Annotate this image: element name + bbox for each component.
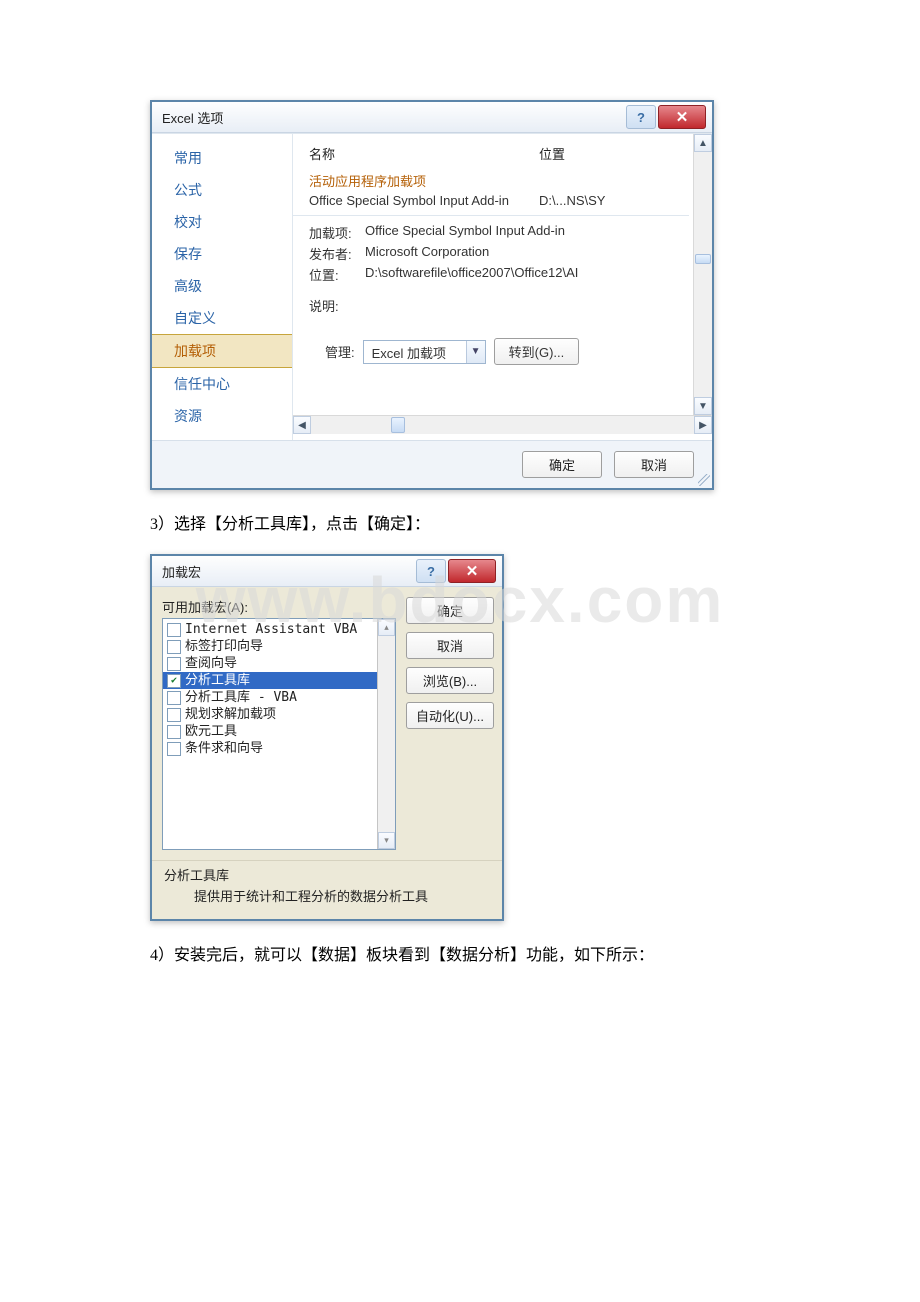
scroll-down-icon[interactable]: ▾ xyxy=(378,832,395,849)
addin-description-panel: 分析工具库 提供用于统计和工程分析的数据分析工具 xyxy=(152,860,502,919)
ok-button[interactable]: 确定 xyxy=(406,597,494,624)
scroll-right-icon[interactable]: ▶ xyxy=(694,416,712,434)
addin-list-item[interactable]: 条件求和向导 xyxy=(163,740,377,757)
sidebar-item-general[interactable]: 常用 xyxy=(152,142,292,174)
addin-checkbox[interactable] xyxy=(167,725,181,739)
scroll-thumb[interactable] xyxy=(695,254,711,264)
scroll-up-icon[interactable]: ▲ xyxy=(694,134,712,152)
detail-desc-value xyxy=(365,296,689,315)
addin-list-item[interactable]: 查阅向导 xyxy=(163,655,377,672)
scroll-left-icon[interactable]: ◀ xyxy=(293,416,311,434)
detail-addon-label: 加载项: xyxy=(309,223,365,242)
addin-row-name: Office Special Symbol Input Add-in xyxy=(309,193,539,208)
close-button[interactable]: ✕ xyxy=(448,559,496,583)
detail-location-label: 位置: xyxy=(309,265,365,284)
sidebar-item-save[interactable]: 保存 xyxy=(152,238,292,270)
addin-checkbox[interactable] xyxy=(167,674,181,688)
scroll-down-icon[interactable]: ▼ xyxy=(694,397,712,415)
close-button[interactable]: ✕ xyxy=(658,105,706,129)
sidebar-item-advanced[interactable]: 高级 xyxy=(152,270,292,302)
addin-checkbox[interactable] xyxy=(167,691,181,705)
addin-item-label: Internet Assistant VBA xyxy=(185,621,357,638)
addin-list-item[interactable]: 分析工具库 - VBA xyxy=(163,689,377,706)
help-button[interactable]: ? xyxy=(416,559,446,583)
sidebar-item-proofing[interactable]: 校对 xyxy=(152,206,292,238)
help-button[interactable]: ? xyxy=(626,105,656,129)
col-location: 位置 xyxy=(539,144,689,163)
manage-label: 管理: xyxy=(325,342,355,361)
manage-combo[interactable]: Excel 加载项 ▼ xyxy=(363,340,486,364)
detail-publisher-label: 发布者: xyxy=(309,244,365,263)
addin-item-label: 查阅向导 xyxy=(185,655,237,672)
addin-list-row[interactable]: Office Special Symbol Input Add-in D:\..… xyxy=(309,192,689,209)
list-scrollbar[interactable]: ▴ ▾ xyxy=(377,619,395,849)
ok-button[interactable]: 确定 xyxy=(522,451,602,478)
dialog-title: 加载宏 xyxy=(162,562,414,581)
addin-checkbox[interactable] xyxy=(167,640,181,654)
detail-location-value: D:\softwarefile\office2007\Office12\AI xyxy=(365,265,689,284)
addin-list-item[interactable]: 标签打印向导 xyxy=(163,638,377,655)
sidebar-item-formulas[interactable]: 公式 xyxy=(152,174,292,206)
sidebar-item-trust-center[interactable]: 信任中心 xyxy=(152,368,292,400)
detail-desc-label: 说明: xyxy=(309,296,365,315)
addins-listbox[interactable]: Internet Assistant VBA标签打印向导查阅向导分析工具库分析工… xyxy=(162,618,396,850)
vertical-scrollbar[interactable]: ▲ ▼ xyxy=(693,134,712,415)
horizontal-scrollbar[interactable]: ◀ ▶ xyxy=(293,415,712,434)
titlebar: Excel 选项 ? ✕ xyxy=(152,102,712,133)
addin-list-item[interactable]: 分析工具库 xyxy=(163,672,377,689)
addin-list-item[interactable]: 欧元工具 xyxy=(163,723,377,740)
automation-button[interactable]: 自动化(U)... xyxy=(406,702,494,729)
hscroll-thumb[interactable] xyxy=(391,417,405,433)
dialog-title: Excel 选项 xyxy=(162,108,624,127)
col-name: 名称 xyxy=(309,144,539,163)
excel-options-dialog: Excel 选项 ? ✕ 常用 公式 校对 保存 高级 自定义 加载项 信任中心… xyxy=(150,100,714,490)
addin-item-label: 条件求和向导 xyxy=(185,740,263,757)
titlebar: 加载宏 ? ✕ xyxy=(152,556,502,587)
addin-item-label: 分析工具库 xyxy=(185,672,250,689)
chevron-down-icon[interactable]: ▼ xyxy=(466,341,485,363)
addin-checkbox[interactable] xyxy=(167,623,181,637)
manage-combo-value: Excel 加载项 xyxy=(364,341,466,363)
addin-item-label: 分析工具库 - VBA xyxy=(185,689,297,706)
addin-item-label: 欧元工具 xyxy=(185,723,237,740)
active-addins-section: 活动应用程序加载项 xyxy=(309,171,689,190)
cancel-button[interactable]: 取消 xyxy=(614,451,694,478)
addin-item-label: 标签打印向导 xyxy=(185,638,263,655)
step-3-caption: 3）选择【分析工具库】，点击【确定】： xyxy=(150,510,920,534)
addin-description-text: 提供用于统计和工程分析的数据分析工具 xyxy=(164,886,490,905)
resize-grip-icon[interactable] xyxy=(698,474,710,486)
scroll-up-icon[interactable]: ▴ xyxy=(378,619,395,636)
cancel-button[interactable]: 取消 xyxy=(406,632,494,659)
sidebar-item-addins[interactable]: 加载项 xyxy=(152,334,292,368)
addin-checkbox[interactable] xyxy=(167,708,181,722)
browse-button[interactable]: 浏览(B)... xyxy=(406,667,494,694)
addin-list-header: 名称 位置 xyxy=(309,142,689,167)
addin-description-name: 分析工具库 xyxy=(164,865,490,884)
addin-checkbox[interactable] xyxy=(167,657,181,671)
addins-dialog: 加载宏 ? ✕ 可用加载宏(A): Internet Assistant VBA… xyxy=(150,554,504,921)
addin-checkbox[interactable] xyxy=(167,742,181,756)
detail-publisher-value: Microsoft Corporation xyxy=(365,244,689,263)
addin-list-item[interactable]: 规划求解加载项 xyxy=(163,706,377,723)
sidebar-item-customize[interactable]: 自定义 xyxy=(152,302,292,334)
addin-list-item[interactable]: Internet Assistant VBA xyxy=(163,621,377,638)
sidebar-item-resources[interactable]: 资源 xyxy=(152,400,292,432)
addin-row-location: D:\...NS\SY xyxy=(539,193,689,208)
options-sidebar: 常用 公式 校对 保存 高级 自定义 加载项 信任中心 资源 xyxy=(152,134,293,440)
go-button[interactable]: 转到(G)... xyxy=(494,338,580,365)
detail-addon-value: Office Special Symbol Input Add-in xyxy=(365,223,689,242)
available-addins-label: 可用加载宏(A): xyxy=(162,597,396,616)
step-4-caption: 4）安装完后，就可以【数据】板块看到【数据分析】功能，如下所示： xyxy=(150,941,920,965)
addin-item-label: 规划求解加载项 xyxy=(185,706,276,723)
